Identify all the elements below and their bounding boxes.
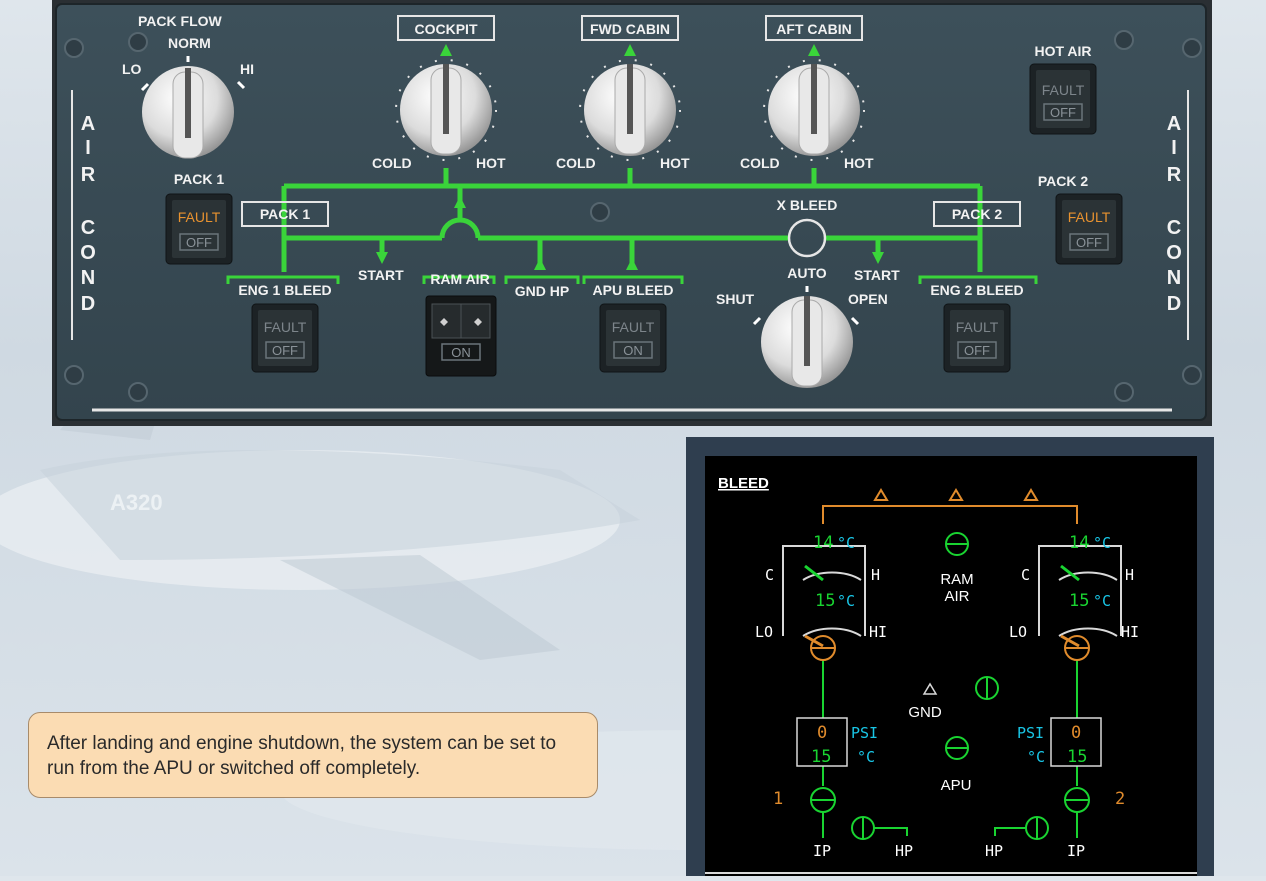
left-h-label: H	[871, 566, 880, 584]
ram-air-title: RAM AIR	[430, 271, 489, 287]
eng1-bleed-title: ENG 1 BLEED	[238, 282, 331, 298]
right-hp-label: HP	[985, 842, 1003, 860]
side-letter: A	[81, 113, 95, 135]
ram-air-state: ON	[451, 345, 471, 360]
pack2-title: PACK 2	[1038, 173, 1089, 189]
left-psi-value: 0	[817, 723, 827, 743]
right-precooler-temp: 15	[1067, 747, 1087, 767]
side-letter: R	[1167, 164, 1182, 186]
left-psi-unit: PSI	[851, 724, 878, 742]
side-letter: R	[81, 164, 96, 186]
side-letter: O	[80, 242, 96, 264]
left-engine-number: 1	[773, 789, 783, 809]
eng2-bleed-title: ENG 2 BLEED	[930, 282, 1023, 298]
aft-cabin-cold-label: COLD	[740, 155, 780, 171]
left-temp-unit: °C	[857, 748, 875, 766]
right-outlet-temp: 14	[1069, 533, 1089, 553]
left-hi-label: HI	[869, 623, 887, 641]
side-letter: A	[1167, 113, 1181, 135]
side-letter: N	[1167, 267, 1181, 289]
aft-cabin-label: AFT CABIN	[776, 21, 851, 37]
pack-flow-hi-label: HI	[240, 61, 254, 77]
cockpit-cold-label: COLD	[372, 155, 412, 171]
side-letter: I	[85, 137, 91, 159]
ram-air-guard[interactable]	[431, 303, 491, 339]
left-lo-label: LO	[755, 623, 773, 641]
left-outlet-temp: 14	[813, 533, 833, 553]
left-flow-unit: °C	[837, 592, 855, 610]
ecam-bleed-page: BLEED 14 °C C H 15 °C LO HI 0 15 PSI °C …	[705, 456, 1197, 876]
apu-bleed-title: APU BLEED	[593, 282, 674, 298]
ecam-flow-needles	[804, 634, 1080, 648]
side-letter: I	[1171, 137, 1177, 159]
right-flow-temp: 15	[1069, 591, 1089, 611]
right-ip-label: IP	[1067, 842, 1085, 860]
eng2-bleed-button[interactable]	[950, 310, 1004, 366]
panel-graphic: PACK FLOW NORM LO HI COCKPIT FWD CABIN A…	[55, 3, 1207, 421]
right-c-label: C	[1021, 566, 1030, 584]
right-engine-number: 2	[1115, 789, 1125, 809]
side-letter: O	[1166, 242, 1182, 264]
side-letter: D	[81, 293, 95, 315]
cockpit-label: COCKPIT	[415, 21, 478, 37]
fwd-cabin-hot-label: HOT	[660, 155, 690, 171]
pack-flow-title: PACK FLOW	[138, 13, 223, 29]
left-precooler-temp: 15	[811, 747, 831, 767]
pack1-title: PACK 1	[174, 171, 225, 187]
start-left-label: START	[358, 267, 404, 283]
apu-bleed-button[interactable]	[606, 310, 660, 366]
side-letter: C	[81, 217, 95, 239]
left-ip-label: IP	[813, 842, 831, 860]
right-h-label: H	[1125, 566, 1134, 584]
ecam-title: BLEED	[718, 475, 769, 492]
pack2-box-label: PACK 2	[952, 206, 1003, 222]
x-bleed-auto-label: AUTO	[787, 265, 827, 281]
svg-text:A320: A320	[110, 490, 163, 515]
gnd-triangle-icon	[922, 682, 938, 695]
pack1-box-label: PACK 1	[260, 206, 311, 222]
side-letter: N	[81, 267, 95, 289]
pack-flow-norm-label: NORM	[168, 35, 211, 51]
x-bleed-open-label: OPEN	[848, 291, 888, 307]
fwd-cabin-label: FWD CABIN	[590, 21, 670, 37]
left-c-label: C	[765, 566, 774, 584]
left-hp-label: HP	[895, 842, 913, 860]
pack2-button[interactable]	[1062, 200, 1116, 258]
ecam-apu-label: APU	[941, 777, 972, 794]
pack1-button[interactable]	[172, 200, 226, 258]
start-right-label: START	[854, 267, 900, 283]
info-callout: After landing and engine shutdown, the s…	[28, 712, 598, 798]
right-psi-value: 0	[1071, 723, 1081, 743]
pack-flow-lo-label: LO	[122, 61, 142, 77]
gnd-hp-label: GND HP	[515, 283, 569, 299]
right-psi-unit: PSI	[1017, 724, 1044, 742]
cockpit-hot-label: HOT	[476, 155, 506, 171]
side-letter: C	[1167, 217, 1181, 239]
ecam-ram-air-label: RAM AIR	[940, 571, 973, 605]
hot-air-title: HOT AIR	[1034, 43, 1091, 59]
side-letter: D	[1167, 293, 1181, 315]
x-bleed-title: X BLEED	[777, 197, 838, 213]
right-lo-label: LO	[1009, 623, 1027, 641]
air-cond-panel: PACK FLOW NORM LO HI COCKPIT FWD CABIN A…	[52, 0, 1212, 426]
hot-air-button[interactable]	[1036, 70, 1090, 128]
right-flow-unit: °C	[1093, 592, 1111, 610]
eng1-bleed-button[interactable]	[258, 310, 312, 366]
left-outlet-unit: °C	[837, 534, 855, 552]
ecam-graphic: BLEED 14 °C C H 15 °C LO HI 0 15 PSI °C …	[705, 475, 1197, 874]
fwd-cabin-cold-label: COLD	[556, 155, 596, 171]
left-flow-temp: 15	[815, 591, 835, 611]
right-temp-unit: °C	[1027, 748, 1045, 766]
right-outlet-unit: °C	[1093, 534, 1111, 552]
aft-cabin-hot-label: HOT	[844, 155, 874, 171]
right-hi-label: HI	[1121, 623, 1139, 641]
ecam-gnd-label: GND	[908, 704, 942, 721]
x-bleed-shut-label: SHUT	[716, 291, 755, 307]
ecam-ducts-amber	[822, 488, 1078, 524]
